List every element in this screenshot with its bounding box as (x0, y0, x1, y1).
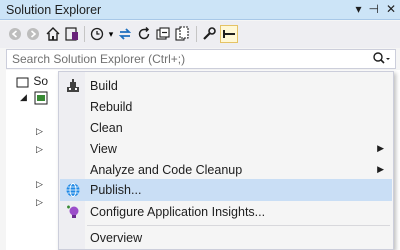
panel-title-bar: Solution Explorer ▾ ⊣ ✕ (0, 0, 400, 20)
expand-arrow-icon[interactable]: ▷ (36, 197, 43, 208)
panel-controls: ▾ ⊣ ✕ (355, 2, 396, 16)
submenu-arrow-icon: ▶ (377, 164, 384, 174)
back-icon[interactable] (6, 25, 24, 43)
forward-icon[interactable] (24, 25, 42, 43)
menu-separator (87, 225, 390, 226)
switch-views-icon[interactable] (62, 25, 80, 43)
auto-hide-pin-icon[interactable]: ⊣ (368, 2, 378, 16)
menu-item-label: Build (90, 79, 118, 93)
menu-item-build[interactable]: Build (60, 75, 392, 97)
properties-icon[interactable] (200, 25, 218, 43)
preview-icon[interactable] (220, 25, 238, 43)
project-node-icon[interactable] (34, 91, 48, 108)
refresh-icon[interactable] (135, 25, 153, 43)
submenu-arrow-icon: ▶ (377, 143, 384, 153)
publish-globe-icon (65, 182, 81, 198)
toolbar-separator (84, 26, 85, 42)
menu-item-label: Rebuild (90, 100, 133, 114)
menu-item-label: Analyze and Code Cleanup (90, 163, 243, 177)
menu-item-rebuild[interactable]: Rebuild (60, 96, 392, 118)
solution-label: So (33, 74, 49, 88)
build-icon (65, 78, 81, 94)
sync-icon[interactable] (116, 25, 134, 43)
project-context-menu: Build Rebuild Clean View ▶ Analyze and C… (58, 71, 394, 250)
app-insights-icon (65, 204, 81, 220)
menu-item-configure-app-insights[interactable]: Configure Application Insights... (60, 201, 392, 223)
expand-collapse-icon[interactable]: ◢ (20, 92, 27, 103)
toolbar-separator (196, 26, 197, 42)
search-placeholder: Search Solution Explorer (Ctrl+;) (12, 52, 186, 66)
panel-title: Solution Explorer (6, 3, 102, 17)
solution-explorer-toolbar: ▾ (0, 21, 400, 48)
home-icon[interactable] (44, 25, 62, 43)
close-panel-icon[interactable]: ✕ (386, 2, 396, 16)
show-all-files-icon[interactable] (173, 25, 191, 43)
search-icon[interactable] (372, 51, 390, 70)
solution-node[interactable]: So (16, 74, 48, 88)
menu-item-label: View (90, 142, 117, 156)
expand-arrow-icon[interactable]: ▷ (36, 179, 43, 190)
menu-item-clean[interactable]: Clean (60, 117, 392, 139)
menu-item-publish[interactable]: Publish... (60, 179, 392, 201)
menu-item-view[interactable]: View ▶ (60, 138, 392, 160)
menu-item-overview[interactable]: Overview (60, 227, 392, 249)
panel-dropdown-icon[interactable]: ▾ (355, 2, 361, 16)
menu-item-label: Clean (90, 121, 123, 135)
menu-item-label: Publish... (90, 183, 142, 197)
menu-item-label: Overview (90, 231, 143, 245)
expand-arrow-icon[interactable]: ▷ (36, 144, 43, 155)
menu-item-analyze-code-cleanup[interactable]: Analyze and Code Cleanup ▶ (60, 159, 392, 181)
expand-arrow-icon[interactable]: ▷ (36, 126, 43, 137)
menu-item-label: Configure Application Insights... (90, 205, 266, 219)
search-box[interactable]: Search Solution Explorer (Ctrl+;) (6, 49, 396, 69)
collapse-all-icon[interactable] (154, 25, 172, 43)
